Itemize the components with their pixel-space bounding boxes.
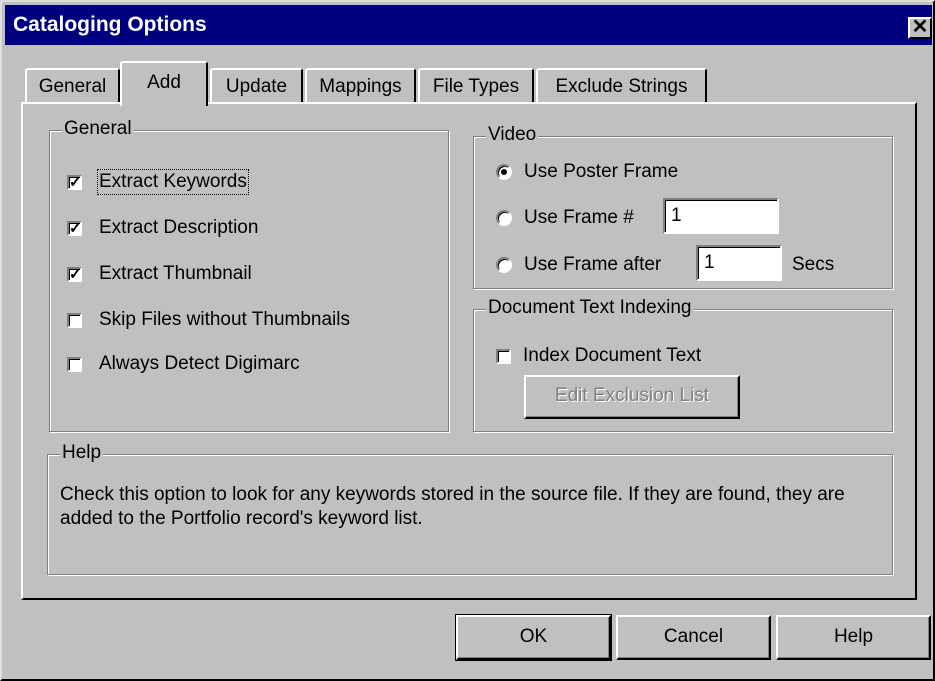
general-groupbox: General ✓ Extract Keywords ✓ Extract Des… — [49, 118, 449, 432]
use-frame-number-label: Use Frame # — [524, 207, 634, 228]
extract-thumbnail-checkbox[interactable]: ✓ — [67, 266, 82, 282]
video-group-label: Video — [486, 124, 539, 146]
tab-label: Update — [225, 76, 288, 97]
use-frame-after-option[interactable]: Use Frame after — [496, 254, 661, 276]
close-button[interactable]: ✕ — [908, 17, 932, 39]
tab-label: Add — [147, 72, 181, 93]
tab-file-types[interactable]: File Types — [418, 68, 534, 104]
extract-thumbnail-option[interactable]: ✓ Extract Thumbnail — [67, 263, 252, 285]
tab-label: Mappings — [319, 76, 402, 97]
help-description-text: Check this option to look for any keywor… — [60, 484, 845, 529]
index-document-text-label: Index Document Text — [523, 345, 702, 366]
ok-button[interactable]: OK — [455, 614, 612, 661]
use-frame-number-option[interactable]: Use Frame # — [496, 207, 634, 229]
frame-number-input[interactable]: 1 — [663, 198, 779, 234]
use-frame-after-label: Use Frame after — [524, 254, 662, 275]
skip-files-label: Skip Files without Thumbnails — [99, 309, 350, 330]
tab-update[interactable]: Update — [210, 68, 303, 104]
skip-files-checkbox[interactable] — [67, 312, 82, 328]
radio-selected-dot — [501, 169, 507, 175]
use-poster-frame-radio[interactable] — [496, 164, 512, 180]
general-group-label: General — [62, 118, 134, 140]
detect-digimarc-option[interactable]: Always Detect Digimarc — [67, 353, 300, 375]
window-title: Cataloging Options — [13, 13, 207, 36]
extract-thumbnail-label: Extract Thumbnail — [99, 263, 252, 284]
secs-label: Secs — [792, 254, 835, 275]
index-document-text-checkbox[interactable] — [496, 348, 511, 364]
extract-keywords-checkbox[interactable]: ✓ — [67, 174, 82, 190]
tab-label: General — [38, 76, 107, 97]
extract-description-option[interactable]: ✓ Extract Description — [67, 217, 258, 239]
edit-exclusion-list-button[interactable]: Edit Exclusion List — [524, 375, 740, 419]
close-icon: ✕ — [911, 16, 929, 38]
use-poster-frame-option[interactable]: Use Poster Frame — [496, 161, 678, 183]
tab-exclude-strings[interactable]: Exclude Strings — [536, 68, 707, 104]
video-groupbox: Video Use Poster Frame Use Frame # 1 Use… — [473, 124, 893, 289]
title-bar[interactable]: Cataloging Options ✕ — [5, 5, 932, 45]
extract-keywords-label: Extract Keywords — [97, 169, 249, 195]
extract-description-label: Extract Description — [99, 217, 259, 238]
help-group-label: Help — [60, 442, 104, 464]
tab-mappings[interactable]: Mappings — [305, 68, 416, 104]
document-text-indexing-groupbox: Document Text Indexing Index Document Te… — [473, 297, 893, 432]
skip-files-option[interactable]: Skip Files without Thumbnails — [67, 309, 350, 331]
tab-general[interactable]: General — [25, 68, 120, 104]
tab-label: File Types — [432, 76, 520, 97]
tab-panel-add: General ✓ Extract Keywords ✓ Extract Des… — [21, 102, 917, 600]
detect-digimarc-label: Always Detect Digimarc — [99, 353, 300, 374]
extract-description-checkbox[interactable]: ✓ — [67, 220, 82, 236]
help-groupbox: Help Check this option to look for any k… — [47, 442, 893, 575]
help-button[interactable]: Help — [776, 615, 931, 660]
use-poster-frame-label: Use Poster Frame — [524, 161, 679, 182]
use-frame-number-radio[interactable] — [496, 210, 512, 226]
tab-label: Exclude Strings — [555, 76, 688, 97]
cancel-button[interactable]: Cancel — [616, 615, 771, 660]
use-frame-after-radio[interactable] — [496, 257, 512, 273]
document-text-indexing-label: Document Text Indexing — [486, 297, 694, 319]
tab-add[interactable]: Add — [120, 61, 208, 106]
frame-after-seconds-input[interactable]: 1 — [696, 245, 782, 281]
index-document-text-option[interactable]: Index Document Text — [496, 345, 701, 367]
extract-keywords-option[interactable]: ✓ Extract Keywords — [67, 169, 249, 195]
detect-digimarc-checkbox[interactable] — [67, 356, 82, 372]
